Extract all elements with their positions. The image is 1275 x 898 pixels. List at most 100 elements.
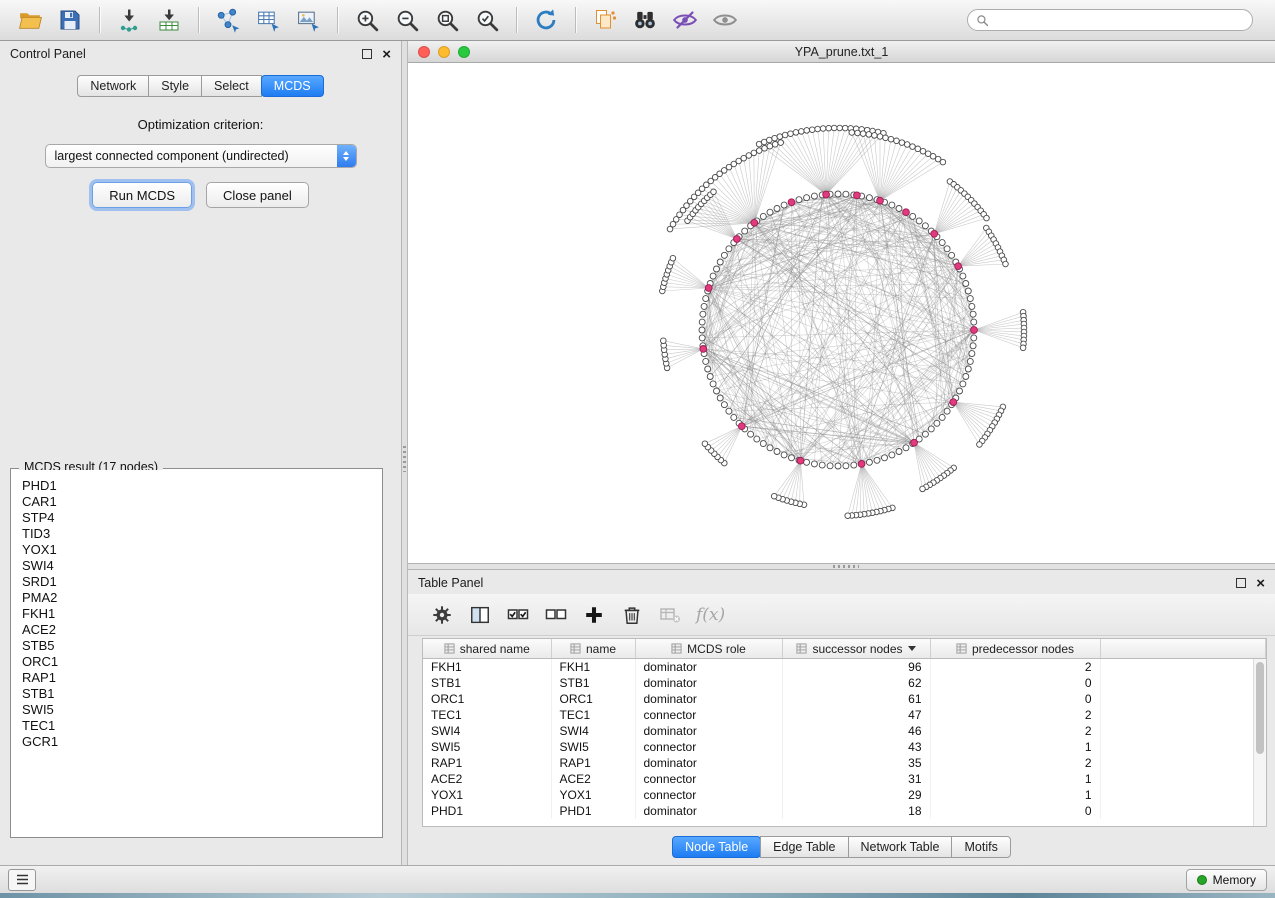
table-row[interactable]: ORC1ORC1dominator610 [423,691,1266,707]
mcds-result-item[interactable]: RAP1 [22,670,371,686]
mcds-result-item[interactable]: ACE2 [22,622,371,638]
network-canvas[interactable] [408,63,1275,563]
table-cell[interactable]: ORC1 [423,691,551,707]
table-row[interactable]: STB1STB1dominator620 [423,675,1266,691]
column-header-predecessor-nodes[interactable]: predecessor nodes [930,639,1100,659]
mcds-result-item[interactable]: STP4 [22,510,371,526]
save-session-button[interactable] [50,4,90,36]
table-cell[interactable]: TEC1 [423,707,551,723]
table-settings-button[interactable] [426,600,458,630]
table-cell[interactable]: dominator [635,675,782,691]
table-scrollbar[interactable] [1253,659,1266,826]
mcds-result-item[interactable]: PMA2 [22,590,371,606]
table-cell[interactable]: 0 [930,675,1100,691]
table-cell[interactable]: 96 [782,659,930,676]
table-cell[interactable]: FKH1 [423,659,551,676]
mcds-result-item[interactable]: ORC1 [22,654,371,670]
table-cell[interactable]: SWI5 [551,739,635,755]
table-cell[interactable]: connector [635,707,782,723]
mcds-result-item[interactable]: STB1 [22,686,371,702]
tab-mcds[interactable]: MCDS [261,75,324,97]
tab-network-table[interactable]: Network Table [848,836,953,858]
table-cell[interactable]: FKH1 [551,659,635,676]
column-header-mcds-role[interactable]: MCDS role [635,639,782,659]
table-cell[interactable]: 61 [782,691,930,707]
table-cell[interactable]: RAP1 [551,755,635,771]
table-cell[interactable]: 18 [782,803,930,819]
table-cell[interactable]: dominator [635,803,782,819]
new-network-button[interactable] [208,4,248,36]
search-box[interactable] [967,9,1253,31]
delete-row-button[interactable] [616,600,648,630]
mcds-result-item[interactable]: SWI5 [22,702,371,718]
table-cell[interactable]: 47 [782,707,930,723]
table-row[interactable]: ACE2ACE2connector311 [423,771,1266,787]
import-network-button[interactable] [109,4,149,36]
mcds-result-item[interactable]: TID3 [22,526,371,542]
table-cell[interactable]: 62 [782,675,930,691]
table-cell[interactable]: YOX1 [423,787,551,803]
search-input[interactable] [995,12,1244,28]
table-cell[interactable]: 2 [930,723,1100,739]
table-cell[interactable]: connector [635,787,782,803]
table-cell[interactable]: 35 [782,755,930,771]
table-row[interactable]: SWI5SWI5connector431 [423,739,1266,755]
show-all-button[interactable] [705,4,745,36]
table-cell[interactable]: RAP1 [423,755,551,771]
memory-button[interactable]: Memory [1186,869,1267,891]
window-minimize-button[interactable] [438,46,450,58]
table-cell[interactable]: SWI4 [423,723,551,739]
table-cell[interactable]: ACE2 [551,771,635,787]
table-cell[interactable]: dominator [635,755,782,771]
mcds-result-item[interactable]: STB5 [22,638,371,654]
mcds-result-item[interactable]: SWI4 [22,558,371,574]
mcds-result-item[interactable]: FKH1 [22,606,371,622]
tab-edge-table[interactable]: Edge Table [760,836,848,858]
table-cell[interactable]: 31 [782,771,930,787]
table-cell[interactable]: 46 [782,723,930,739]
unselect-all-button[interactable] [540,600,572,630]
table-cell[interactable]: STB1 [423,675,551,691]
table-cell[interactable]: TEC1 [551,707,635,723]
panel-toggle-button[interactable] [8,869,36,891]
run-mcds-button[interactable]: Run MCDS [92,182,192,208]
mcds-result-item[interactable]: PHD1 [22,478,371,494]
mcds-result-item[interactable]: GCR1 [22,734,371,750]
export-table-button[interactable] [248,4,288,36]
export-image-button[interactable] [288,4,328,36]
tab-network[interactable]: Network [77,75,149,97]
close-panel-button[interactable]: Close panel [206,182,309,208]
zoom-out-button[interactable] [387,4,427,36]
table-cell[interactable]: 1 [930,787,1100,803]
table-cell[interactable]: 29 [782,787,930,803]
table-row[interactable]: YOX1YOX1connector291 [423,787,1266,803]
table-cell[interactable]: SWI5 [423,739,551,755]
float-panel-icon[interactable] [362,49,372,59]
open-file-button[interactable] [10,4,50,36]
close-panel-icon[interactable]: × [382,47,391,62]
tab-motifs[interactable]: Motifs [951,836,1010,858]
table-row[interactable]: PHD1PHD1dominator180 [423,803,1266,819]
tab-node-table[interactable]: Node Table [672,836,761,858]
table-cell[interactable]: SWI4 [551,723,635,739]
table-cell[interactable]: connector [635,771,782,787]
mcds-result-list[interactable]: PHD1CAR1STP4TID3YOX1SWI4SRD1PMA2FKH1ACE2… [12,470,381,836]
tab-select[interactable]: Select [201,75,262,97]
select-all-button[interactable] [502,600,534,630]
table-cell[interactable]: 2 [930,707,1100,723]
show-columns-button[interactable] [464,600,496,630]
table-cell[interactable]: connector [635,739,782,755]
table-row[interactable]: RAP1RAP1dominator352 [423,755,1266,771]
scrollbar-thumb[interactable] [1256,662,1264,754]
tab-style[interactable]: Style [148,75,202,97]
refresh-layout-button[interactable] [526,4,566,36]
table-cell[interactable]: ACE2 [423,771,551,787]
window-zoom-button[interactable] [458,46,470,58]
table-cell[interactable]: STB1 [551,675,635,691]
table-cell[interactable]: PHD1 [423,803,551,819]
import-table-button[interactable] [149,4,189,36]
criterion-dropdown[interactable]: largest connected component (undirected) [45,144,357,168]
mcds-result-item[interactable]: CAR1 [22,494,371,510]
copy-share-button[interactable] [585,4,625,36]
float-panel-icon[interactable] [1236,578,1246,588]
